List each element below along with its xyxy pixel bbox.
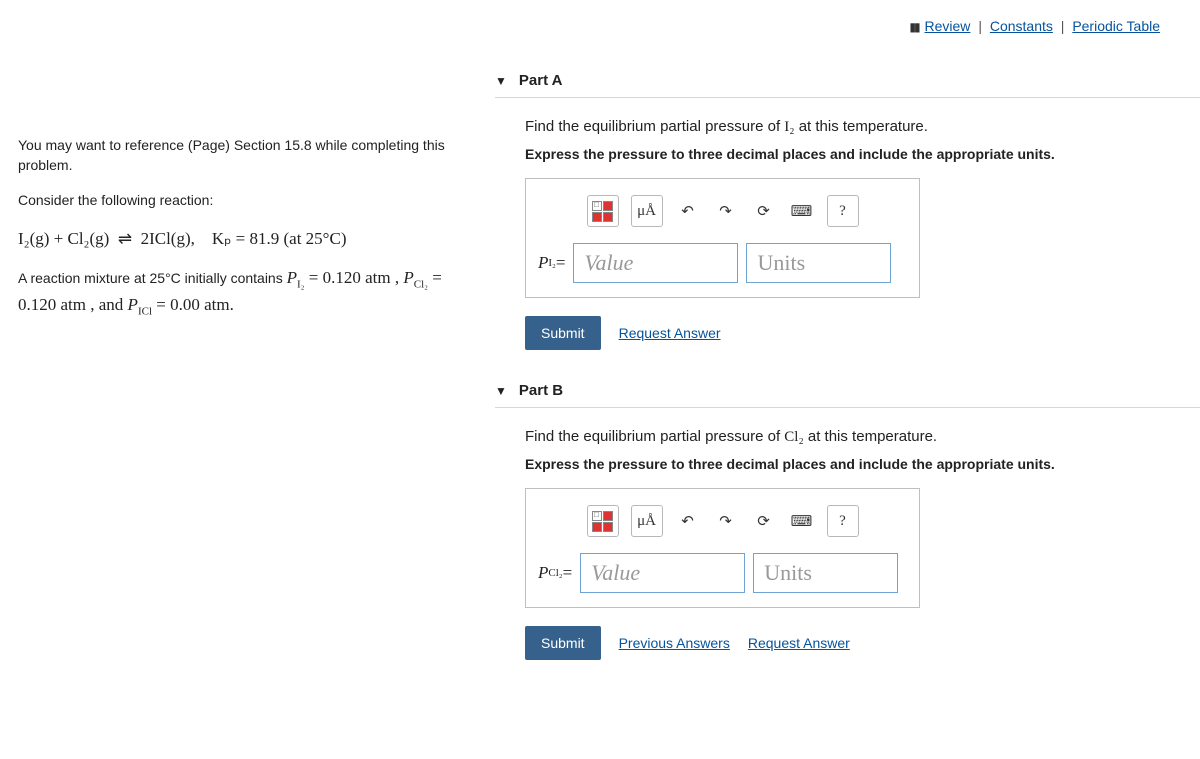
part-a-header[interactable]: ▼ Part A xyxy=(495,64,1200,98)
part-a-instructions: Express the pressure to three decimal pl… xyxy=(525,146,1200,162)
initial-conditions: A reaction mixture at 25°C initially con… xyxy=(18,265,465,321)
reset-button[interactable]: ⟳ xyxy=(751,505,777,537)
part-a-prompt: Find the equilibrium partial pressure of… xyxy=(525,118,1200,136)
part-a-submit-button[interactable]: Submit xyxy=(525,316,601,350)
part-b-previous-answers-link[interactable]: Previous Answers xyxy=(619,635,730,651)
part-b-answer-box: μÅ ↶ ↷ ⟳ ⌨ ? PCl₂ = Value Units xyxy=(525,488,920,608)
redo-button[interactable]: ↷ xyxy=(713,505,739,537)
part-b-prompt: Find the equilibrium partial pressure of… xyxy=(525,428,1200,446)
part-a-value-input[interactable]: Value xyxy=(573,243,738,283)
redo-button[interactable]: ↷ xyxy=(713,195,739,227)
templates-button[interactable] xyxy=(587,195,619,227)
part-b-header[interactable]: ▼ Part B xyxy=(495,374,1200,408)
part-b-instructions: Express the pressure to three decimal pl… xyxy=(525,456,1200,472)
constants-link[interactable]: Constants xyxy=(990,18,1053,34)
part-b-prefix: PCl₂ = xyxy=(538,553,572,593)
part-a-prefix: PI₂ = xyxy=(538,243,565,283)
part-a-units-input[interactable]: Units xyxy=(746,243,891,283)
part-a-request-answer-link[interactable]: Request Answer xyxy=(619,325,721,341)
review-icon: ▮▮ xyxy=(909,20,918,34)
keyboard-button[interactable]: ⌨ xyxy=(789,505,815,537)
part-b-toolbar: μÅ ↶ ↷ ⟳ ⌨ ? xyxy=(538,505,907,537)
part-b-submit-button[interactable]: Submit xyxy=(525,626,601,660)
review-link[interactable]: Review xyxy=(925,18,971,34)
templates-button[interactable] xyxy=(587,505,619,537)
problem-intro: You may want to reference (Page) Section… xyxy=(0,0,495,684)
special-chars-button[interactable]: μÅ xyxy=(631,195,663,227)
part-a-toolbar: μÅ ↶ ↷ ⟳ ⌨ ? xyxy=(538,195,907,227)
reset-button[interactable]: ⟳ xyxy=(751,195,777,227)
part-a-answer-box: μÅ ↶ ↷ ⟳ ⌨ ? PI₂ = Value Units xyxy=(525,178,920,298)
keyboard-button[interactable]: ⌨ xyxy=(789,195,815,227)
help-button[interactable]: ? xyxy=(827,505,859,537)
part-b-value-input[interactable]: Value xyxy=(580,553,745,593)
collapse-icon[interactable]: ▼ xyxy=(495,384,507,398)
special-chars-button[interactable]: μÅ xyxy=(631,505,663,537)
reaction-equation: I₂(g) + Cl₂(g) ⇌ 2ICl(g), Kₚ = 81.9 (at … xyxy=(18,227,465,251)
reference-text: You may want to reference (Page) Section… xyxy=(18,136,465,175)
collapse-icon[interactable]: ▼ xyxy=(495,74,507,88)
consider-text: Consider the following reaction: xyxy=(18,191,465,211)
undo-button[interactable]: ↶ xyxy=(675,505,701,537)
help-button[interactable]: ? xyxy=(827,195,859,227)
part-b-request-answer-link[interactable]: Request Answer xyxy=(748,635,850,651)
part-b-units-input[interactable]: Units xyxy=(753,553,898,593)
undo-button[interactable]: ↶ xyxy=(675,195,701,227)
top-links-bar: ▮▮ Review | Constants | Periodic Table xyxy=(495,18,1200,64)
periodic-table-link[interactable]: Periodic Table xyxy=(1072,18,1160,34)
